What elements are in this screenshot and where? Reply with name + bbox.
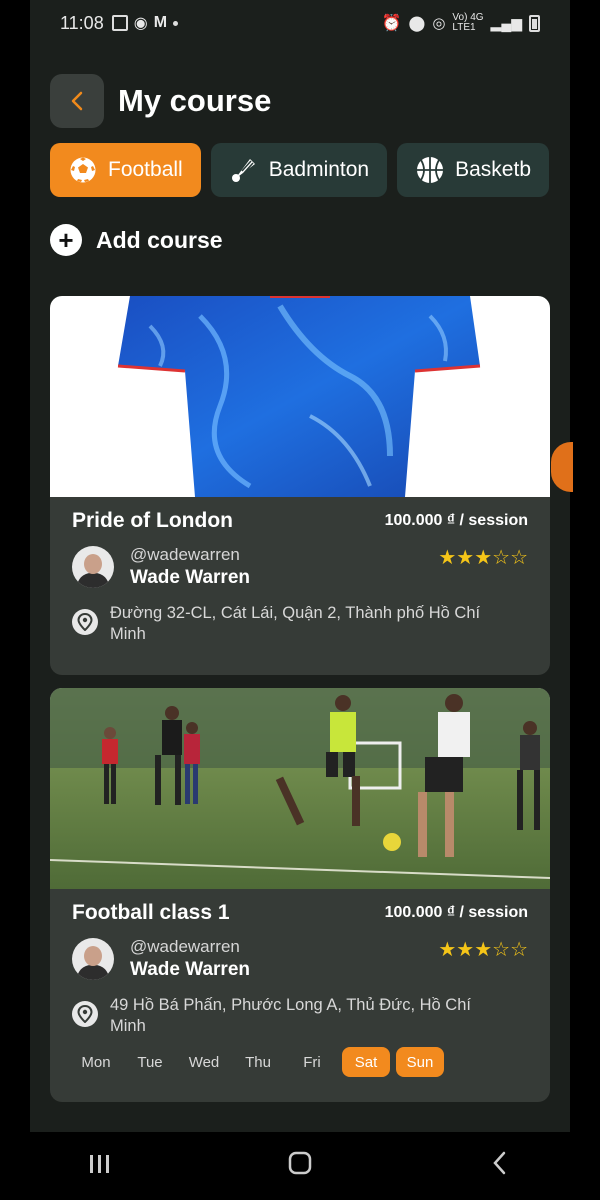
address-line: Đường 32-CL, Cát Lái, Quận 2, Thành phố … <box>110 604 481 622</box>
basketball-icon <box>415 155 445 185</box>
course-name: Football class 1 <box>72 901 230 924</box>
course-price: 100.000 ₫ / session <box>384 512 528 529</box>
owner-handle: @wadewarren <box>130 545 240 564</box>
star-filled-icon: ★ <box>474 939 493 961</box>
course-header-row: Pride of London 100.000 ₫ / session <box>72 509 528 533</box>
status-bar-left: 11:08 ◉ M <box>60 12 179 34</box>
address-line: Minh <box>110 1017 146 1035</box>
sport-tabs: Football Badminton Basketb <box>50 143 570 197</box>
star-empty-icon: ☆ <box>492 939 511 961</box>
course-owner: @wadewarren Wade Warren ★★★☆☆ <box>72 937 528 981</box>
network-type-label: Vo) 4G LTE1 <box>452 13 483 33</box>
alarm-icon: ⏰ <box>381 15 402 32</box>
location-pin-icon <box>72 609 98 635</box>
network-label-bottom: LTE1 <box>452 22 476 33</box>
shuttlecock-icon <box>229 155 259 185</box>
status-bar: 11:08 ◉ M ⏰ ⬤ ◎ Vo) 4G LTE1 ▂▄▆ <box>30 0 570 46</box>
course-address: 49 Hồ Bá Phấn, Phước Long A, Thủ Đức, Hồ… <box>72 995 528 1037</box>
owner-info: @wadewarren Wade Warren <box>130 545 250 589</box>
day-tue: Tue <box>137 1053 163 1071</box>
tab-label: Basketb <box>455 158 532 181</box>
add-course-button[interactable]: + Add course <box>50 224 223 256</box>
plus-icon: + <box>50 224 82 256</box>
course-card[interactable]: Pride of London 100.000 ₫ / session @wad… <box>50 296 550 675</box>
course-card-body: Football class 1 100.000 ₫ / session @wa… <box>50 889 550 1077</box>
soccer-ball-icon <box>68 155 98 185</box>
day-thu: Thu <box>245 1053 271 1071</box>
system-navigation-bar <box>0 1132 600 1200</box>
owner-info: @wadewarren Wade Warren <box>130 937 250 981</box>
system-back-button[interactable] <box>470 1150 530 1183</box>
page-header: My course <box>50 74 271 128</box>
course-card[interactable]: Football class 1 100.000 ₫ / session @wa… <box>50 688 550 1102</box>
signal-icon: ▂▄▆ <box>490 14 522 31</box>
star-filled-icon: ★ <box>438 547 457 569</box>
course-price: 100.000 ₫ / session <box>384 904 528 921</box>
avatar[interactable] <box>72 938 114 980</box>
page-title: My course <box>118 83 272 118</box>
course-image <box>50 296 550 497</box>
location-pin-icon <box>72 1001 98 1027</box>
rating-stars: ★★★☆☆ <box>438 937 528 962</box>
star-filled-icon: ★ <box>456 547 475 569</box>
app-screen: 11:08 ◉ M ⏰ ⬤ ◎ Vo) 4G LTE1 ▂▄▆ My cours… <box>30 0 570 1200</box>
owner-name: Wade Warren <box>130 567 251 588</box>
owner-handle: @wadewarren <box>130 937 240 956</box>
course-image <box>50 688 550 889</box>
home-icon <box>288 1151 312 1174</box>
owner-name: Wade Warren <box>130 959 251 980</box>
hotspot-icon: ◎ <box>432 15 446 32</box>
star-empty-icon: ☆ <box>492 547 511 569</box>
home-button[interactable] <box>270 1150 330 1183</box>
day-wed: Wed <box>188 1053 220 1071</box>
schedule-days: Mon Tue Wed Thu Fri Sat Sun <box>72 1047 528 1077</box>
day-sat: Sat <box>342 1047 390 1077</box>
back-icon <box>493 1151 506 1174</box>
star-empty-icon: ☆ <box>510 547 528 569</box>
add-course-label: Add course <box>96 226 223 253</box>
recent-apps-icon <box>90 1155 109 1173</box>
star-filled-icon: ★ <box>438 939 457 961</box>
globe-icon: ◉ <box>133 15 148 32</box>
gallery-icon <box>111 15 128 31</box>
status-bar-right: ⏰ ⬤ ◎ Vo) 4G LTE1 ▂▄▆ <box>382 13 540 33</box>
location-icon: ⬤ <box>408 15 426 32</box>
day-sun: Sun <box>396 1047 444 1077</box>
course-name: Pride of London <box>72 509 233 532</box>
chevron-left-icon <box>71 91 83 111</box>
recent-apps-button[interactable] <box>70 1150 130 1182</box>
back-button[interactable] <box>50 74 104 128</box>
tab-label: Badminton <box>268 158 370 181</box>
more-notifications-icon <box>173 20 179 26</box>
notification-icons: ◉ M <box>111 13 179 33</box>
address-text: Đường 32-CL, Cát Lái, Quận 2, Thành phố … <box>110 603 480 645</box>
tab-basketball[interactable]: Basketb <box>397 143 550 197</box>
course-owner: @wadewarren Wade Warren ★★★☆☆ <box>72 545 528 589</box>
star-filled-icon: ★ <box>474 547 493 569</box>
avatar[interactable] <box>72 546 114 588</box>
rating-stars: ★★★☆☆ <box>438 545 528 570</box>
address-text: 49 Hồ Bá Phấn, Phước Long A, Thủ Đức, Hồ… <box>110 995 471 1037</box>
course-address: Đường 32-CL, Cát Lái, Quận 2, Thành phố … <box>72 603 528 645</box>
address-line: 49 Hồ Bá Phấn, Phước Long A, Thủ Đức, Hồ… <box>110 996 471 1014</box>
battery-icon <box>529 14 540 32</box>
tab-football[interactable]: Football <box>50 143 201 197</box>
day-fri: Fri <box>303 1053 321 1071</box>
course-card-body: Pride of London 100.000 ₫ / session @wad… <box>50 497 550 645</box>
tab-badminton[interactable]: Badminton <box>210 143 388 197</box>
tab-label: Football <box>108 158 183 181</box>
address-line: Minh <box>110 625 146 643</box>
course-header-row: Football class 1 100.000 ₫ / session <box>72 901 528 925</box>
day-mon: Mon <box>81 1053 111 1071</box>
star-empty-icon: ☆ <box>510 939 528 961</box>
star-filled-icon: ★ <box>456 939 475 961</box>
status-time: 11:08 <box>60 12 104 33</box>
mail-icon: M <box>153 14 168 31</box>
